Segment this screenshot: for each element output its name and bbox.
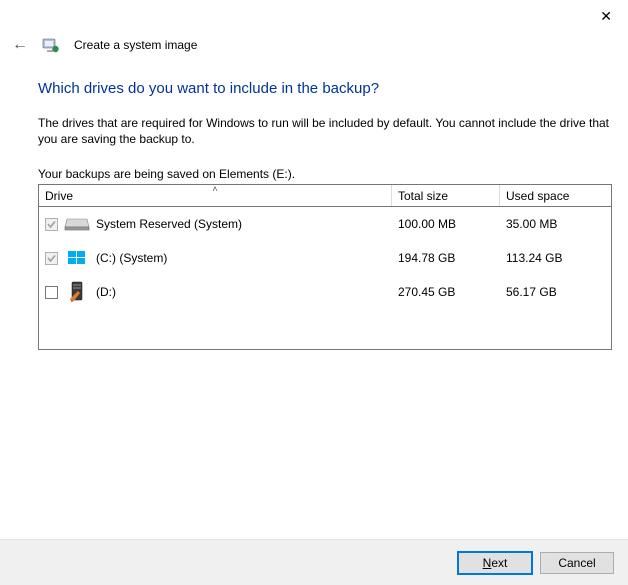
close-button[interactable]: ✕ [600, 8, 612, 25]
col-header-used-label: Used space [506, 189, 569, 203]
sort-caret-icon: ˄ [212, 184, 217, 194]
drive-total: 100.00 MB [392, 217, 500, 231]
footer-bar: Next Cancel [0, 539, 628, 585]
hard-disk-icon [64, 215, 90, 233]
col-header-total-label: Total size [398, 189, 448, 203]
drive-total: 270.45 GB [392, 285, 500, 299]
table-body: System Reserved (System) 100.00 MB 35.00… [39, 207, 611, 349]
drive-label: (D:) [96, 285, 116, 299]
cancel-button[interactable]: Cancel [540, 552, 614, 574]
wizard-title: Create a system image [74, 38, 197, 52]
drive-used: 35.00 MB [500, 217, 611, 231]
saved-on-text: Your backups are being saved on Elements… [38, 167, 612, 181]
tower-drive-icon [64, 281, 90, 303]
table-row[interactable]: (C:) (System) 194.78 GB 113.24 GB [39, 241, 611, 275]
page-heading: Which drives do you want to include in t… [38, 80, 612, 97]
drive-total: 194.78 GB [392, 251, 500, 265]
col-header-total[interactable]: Total size [392, 185, 500, 206]
checkbox[interactable] [45, 286, 58, 299]
col-header-drive-label: Drive [45, 189, 73, 203]
checkbox-locked [45, 218, 58, 231]
table-row[interactable]: System Reserved (System) 100.00 MB 35.00… [39, 207, 611, 241]
drive-used: 113.24 GB [500, 251, 611, 265]
windows-flag-icon [64, 249, 90, 267]
next-button-label: Next [483, 556, 508, 570]
drive-used: 56.17 GB [500, 285, 611, 299]
drive-label: System Reserved (System) [96, 217, 242, 231]
back-arrow-icon[interactable]: ← [12, 37, 28, 53]
header-bar: ← Create a system image [12, 36, 197, 54]
table-row[interactable]: (D:) 270.45 GB 56.17 GB [39, 275, 611, 309]
checkbox-locked [45, 252, 58, 265]
drive-table: Drive ˄ Total size Used space [38, 184, 612, 350]
next-button[interactable]: Next [458, 552, 532, 574]
table-header: Drive ˄ Total size Used space [39, 185, 611, 207]
col-header-drive[interactable]: Drive ˄ [39, 185, 392, 206]
content-area: Which drives do you want to include in t… [38, 80, 612, 350]
col-header-used[interactable]: Used space [500, 185, 611, 206]
wizard-icon [42, 36, 60, 54]
close-icon: ✕ [600, 8, 612, 24]
cancel-button-label: Cancel [558, 556, 595, 570]
intro-text: The drives that are required for Windows… [38, 115, 612, 147]
drive-label: (C:) (System) [96, 251, 167, 265]
